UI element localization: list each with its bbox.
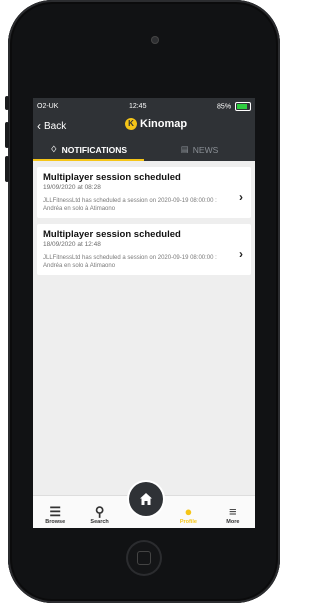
notification-title: Multiplayer session scheduled (43, 172, 181, 183)
notification-title: Multiplayer session scheduled (43, 229, 181, 240)
tab-news-label: NEWS (192, 144, 219, 155)
tab-notifications[interactable]: ♢ NOTIFICATIONS (33, 138, 144, 161)
kinomap-badge-icon: K (125, 118, 137, 130)
tab-more-label: More (226, 519, 240, 525)
volume-up-button (5, 122, 9, 148)
carrier-label: O2-UK (37, 102, 59, 110)
bottom-tab-bar: ☰ Browse ⚲ Search ● Profile ≡ More (33, 482, 255, 528)
home-icon (139, 493, 152, 505)
tab-notifications-label: NOTIFICATIONS (61, 144, 128, 155)
tab-browse-label: Browse (45, 519, 66, 525)
search-icon: ⚲ (94, 504, 105, 519)
tray-icon: ☰ (49, 504, 62, 519)
notifications-list: Multiplayer session scheduled 19/09/2020… (33, 161, 255, 275)
volume-down-button (5, 156, 9, 182)
back-label: Back (44, 120, 67, 132)
battery-percent: 85% (217, 102, 232, 110)
notification-description: JLLFitnessLtd has scheduled a session on… (43, 198, 217, 212)
chevron-right-icon: › (239, 247, 243, 261)
tab-more[interactable]: ≡ More (211, 496, 255, 528)
battery-status: 85% (217, 101, 251, 111)
notification-card[interactable]: Multiplayer session scheduled 18/09/2020… (37, 224, 251, 275)
front-camera (151, 36, 159, 44)
tab-profile[interactable]: ● Profile (166, 496, 210, 528)
tab-browse[interactable]: ☰ Browse (33, 496, 77, 528)
brand-name: Kinomap (140, 118, 188, 130)
mute-switch (5, 96, 9, 110)
tab-home[interactable] (122, 482, 166, 528)
news-icon: ▤ (180, 144, 189, 154)
clock: 12:45 (128, 102, 147, 110)
bell-icon: ♢ (49, 144, 58, 154)
home-button[interactable] (128, 482, 163, 516)
tab-profile-label: Profile (179, 519, 197, 525)
back-button[interactable]: ‹ Back (37, 119, 66, 133)
profile-icon: ● (184, 504, 193, 519)
battery-icon (235, 101, 251, 111)
status-bar: O2-UK 12:45 85% (33, 98, 255, 114)
kinomap-logo: K Kinomap (125, 118, 187, 130)
tab-search-label: Search (90, 519, 109, 525)
chevron-right-icon: › (239, 190, 243, 204)
notification-date: 18/09/2020 at 12:48 (43, 241, 101, 248)
app-screen: O2-UK 12:45 85% ‹ Back K Kinomap ♢ NOTIF… (33, 98, 255, 528)
tab-search[interactable]: ⚲ Search (77, 496, 121, 528)
notification-card[interactable]: Multiplayer session scheduled 19/09/2020… (37, 167, 251, 218)
tab-news[interactable]: ▤ NEWS (144, 138, 255, 161)
device-home-button (126, 540, 162, 576)
tab-bar-top: ♢ NOTIFICATIONS ▤ NEWS (33, 138, 255, 161)
menu-icon: ≡ (229, 504, 237, 519)
navigation-bar: ‹ Back K Kinomap (33, 114, 255, 138)
notification-description: JLLFitnessLtd has scheduled a session on… (43, 255, 217, 269)
notification-date: 19/09/2020 at 08:28 (43, 184, 101, 191)
chevron-left-icon: ‹ (37, 119, 41, 133)
